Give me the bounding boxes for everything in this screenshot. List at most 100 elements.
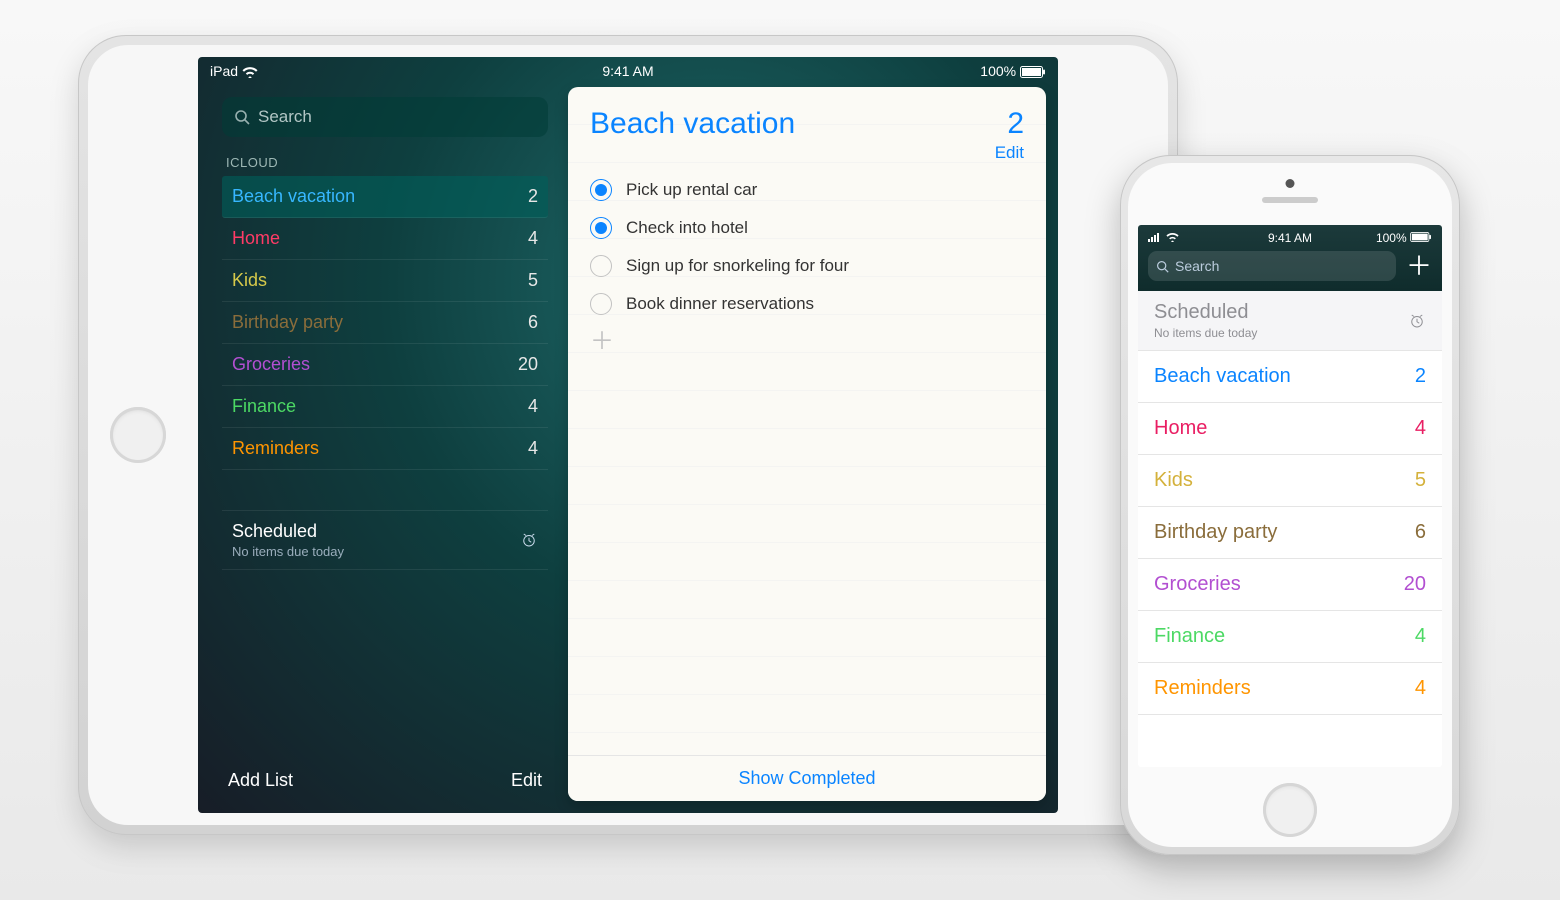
battery-icon xyxy=(1410,232,1432,242)
iphone-speaker xyxy=(1262,197,1318,203)
list-name: Kids xyxy=(1154,469,1193,492)
iphone-screen: 9:41 AM 100% Search ＋ Scheduled No items… xyxy=(1138,225,1442,767)
scheduled-row[interactable]: Scheduled No items due today xyxy=(1138,291,1442,351)
list-row[interactable]: Kids5 xyxy=(222,260,548,302)
list-row[interactable]: Birthday party 6 xyxy=(1138,507,1442,559)
add-button[interactable]: ＋ xyxy=(1406,253,1432,279)
search-icon xyxy=(1156,260,1169,273)
device-label: iPad xyxy=(210,63,238,79)
list-row[interactable]: Reminders 4 xyxy=(222,428,548,470)
list-name: Groceries xyxy=(232,354,310,375)
list-count: 6 xyxy=(1415,521,1426,544)
iphone-status-bar: 9:41 AM 100% xyxy=(1148,231,1432,245)
list-count: 4 xyxy=(528,438,538,459)
list-row[interactable]: Home 4 xyxy=(1138,403,1442,455)
list-row[interactable]: Beach vacation2 xyxy=(222,176,548,218)
list-name: Beach vacation xyxy=(1154,365,1291,388)
list-row[interactable]: Reminders 4 xyxy=(1138,663,1442,715)
reminder-item[interactable]: Check into hotel xyxy=(590,209,1024,247)
list-row[interactable]: Groceries 20 xyxy=(222,344,548,386)
add-list-button[interactable]: Add List xyxy=(228,770,293,791)
list-row[interactable]: Beach vacation 2 xyxy=(1138,351,1442,403)
reminder-checkbox[interactable] xyxy=(590,293,612,315)
detail-count: 2 xyxy=(995,107,1024,141)
list-name: Finance xyxy=(1154,625,1225,648)
list-count: 4 xyxy=(1415,677,1426,700)
scheduled-row[interactable]: Scheduled No items due today xyxy=(222,510,548,570)
list-count: 2 xyxy=(1415,365,1426,388)
reminder-text: Check into hotel xyxy=(626,218,748,238)
list-row[interactable]: Finance 4 xyxy=(222,386,548,428)
wifi-icon xyxy=(242,66,258,78)
list-name: Home xyxy=(1154,417,1207,440)
list-name: Beach vacation xyxy=(232,186,355,207)
list-count: 5 xyxy=(528,270,538,291)
list-name: Reminders xyxy=(232,438,319,459)
list-row[interactable]: Birthday party 6 xyxy=(222,302,548,344)
list-row[interactable]: Kids 5 xyxy=(1138,455,1442,507)
list-count: 4 xyxy=(1415,417,1426,440)
clock: 9:41 AM xyxy=(1268,231,1312,245)
list-count: 4 xyxy=(528,228,538,249)
reminder-text: Sign up for snorkeling for four xyxy=(626,256,849,276)
section-header: ICLOUD xyxy=(226,155,544,170)
search-icon xyxy=(234,109,250,125)
alarm-clock-icon xyxy=(520,531,538,549)
ipad-status-bar: iPad 9:41 AM 100% xyxy=(198,57,1058,85)
detail-title: Beach vacation xyxy=(590,107,995,141)
list-name: Birthday party xyxy=(232,312,343,333)
reminder-item[interactable]: Book dinner reservations xyxy=(590,285,1024,323)
scheduled-subtitle: No items due today xyxy=(1154,326,1257,340)
battery-pct: 100% xyxy=(980,63,1016,79)
edit-lists-button[interactable]: Edit xyxy=(511,770,542,791)
list-row[interactable]: Home 4 xyxy=(222,218,548,260)
clock: 9:41 AM xyxy=(602,63,653,79)
reminder-items: Pick up rental car Check into hotel Sign u… xyxy=(568,171,1046,323)
plus-icon: ＋ xyxy=(590,330,614,354)
reminder-item[interactable]: Sign up for snorkeling for four xyxy=(590,247,1024,285)
iphone-device: 9:41 AM 100% Search ＋ Scheduled No items… xyxy=(1120,155,1460,855)
scheduled-title: Scheduled xyxy=(232,521,344,542)
sidebar-footer: Add List Edit xyxy=(222,756,548,801)
list-name: Finance xyxy=(232,396,296,417)
detail-edit-button[interactable]: Edit xyxy=(995,143,1024,163)
list-count: 4 xyxy=(1415,625,1426,648)
list-count: 5 xyxy=(1415,469,1426,492)
list-name: Birthday party xyxy=(1154,521,1277,544)
reminder-text: Book dinner reservations xyxy=(626,294,814,314)
list-count: 4 xyxy=(528,396,538,417)
search-input[interactable]: Search xyxy=(1148,251,1396,281)
reminder-item[interactable]: Pick up rental car xyxy=(590,171,1024,209)
show-completed-button[interactable]: Show Completed xyxy=(568,755,1046,801)
reminder-checkbox[interactable] xyxy=(590,255,612,277)
iphone-camera xyxy=(1286,179,1295,188)
list-count: 20 xyxy=(1404,573,1426,596)
reminder-text: Pick up rental car xyxy=(626,180,757,200)
scheduled-subtitle: No items due today xyxy=(232,544,344,559)
iphone-top: 9:41 AM 100% Search ＋ xyxy=(1138,225,1442,291)
list-count: 20 xyxy=(518,354,538,375)
list-name: Groceries xyxy=(1154,573,1241,596)
ipad-home-button[interactable] xyxy=(110,407,166,463)
add-reminder-button[interactable]: ＋ xyxy=(590,323,1024,361)
battery-pct: 100% xyxy=(1376,231,1407,245)
list-row[interactable]: Finance 4 xyxy=(1138,611,1442,663)
search-placeholder: Search xyxy=(258,107,312,127)
search-placeholder: Search xyxy=(1175,258,1219,274)
reminder-checkbox[interactable] xyxy=(590,217,612,239)
iphone-home-button[interactable] xyxy=(1263,783,1317,837)
list-count: 6 xyxy=(528,312,538,333)
sidebar: Search ICLOUD Beach vacation2Home4Kids5B… xyxy=(210,87,560,801)
wifi-icon xyxy=(1166,232,1179,242)
ipad-screen: iPad 9:41 AM 100% Search ICLOUD Beach va… xyxy=(198,57,1058,813)
search-input[interactable]: Search xyxy=(222,97,548,137)
list-row[interactable]: Groceries 20 xyxy=(1138,559,1442,611)
lists: Beach vacation 2 Home 4 Kids 5 Birthday party 6… xyxy=(1138,351,1442,715)
reminder-checkbox[interactable] xyxy=(590,179,612,201)
list-name: Home xyxy=(232,228,280,249)
list-name: Reminders xyxy=(1154,677,1251,700)
lists: Beach vacation2 Home 4 Kids5 Birthday party 6… xyxy=(222,176,548,470)
signal-icon xyxy=(1148,232,1159,242)
alarm-clock-icon xyxy=(1408,312,1426,330)
battery-icon xyxy=(1020,66,1046,78)
